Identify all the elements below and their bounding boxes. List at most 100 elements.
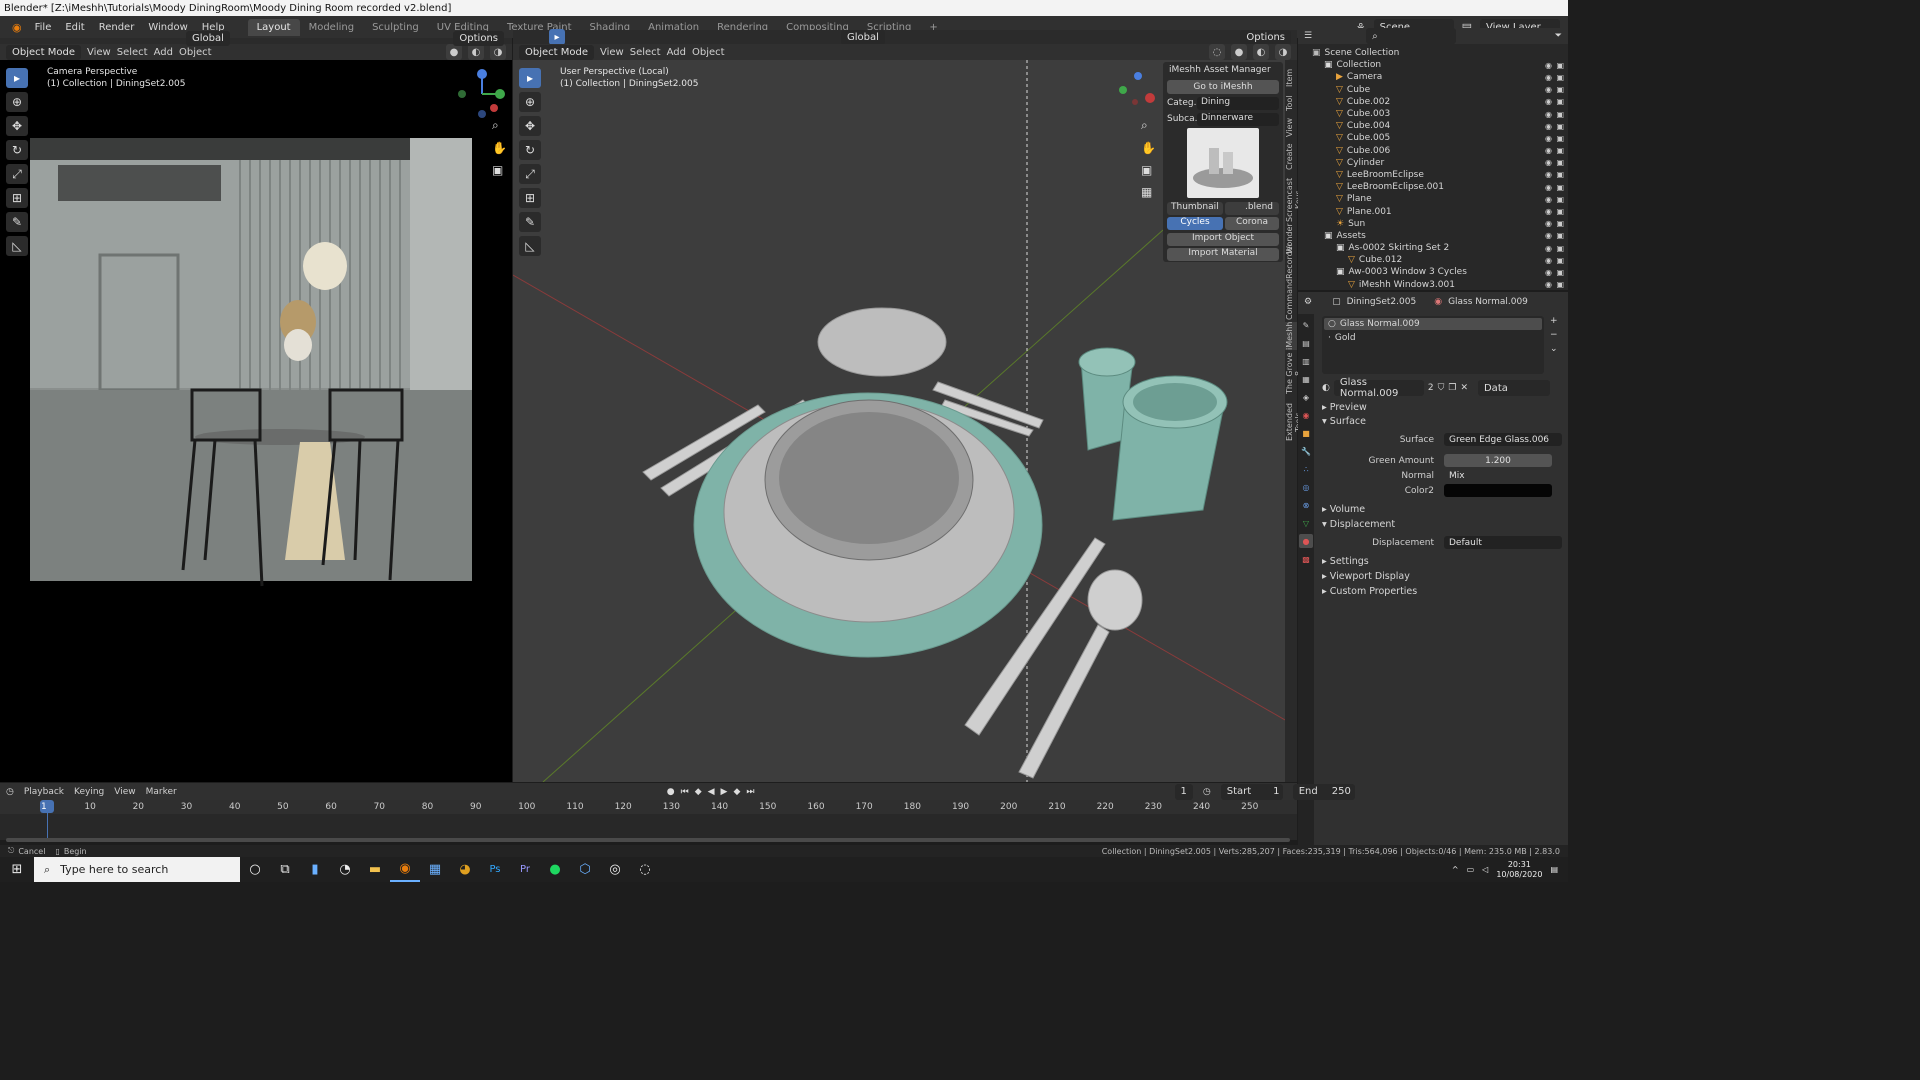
timeline-scrollbar[interactable] xyxy=(6,838,1290,842)
displacement-field[interactable]: Default xyxy=(1444,536,1562,549)
right-measure-tool-icon[interactable]: ◺ xyxy=(519,236,541,256)
color2-swatch[interactable] xyxy=(1444,484,1552,497)
sidebar-tab-the-grove[interactable]: The Grove 8 xyxy=(1285,352,1303,394)
frame-end-field[interactable]: End 250 xyxy=(1292,783,1355,800)
category-select[interactable]: Dining xyxy=(1197,97,1279,110)
asset-thumbnail[interactable] xyxy=(1187,128,1259,198)
taskbar-search[interactable]: ⌕ Type here to search xyxy=(34,857,240,882)
render-camera-icon[interactable]: ▣ xyxy=(1556,195,1564,204)
render-camera-icon[interactable]: ▣ xyxy=(1556,231,1564,240)
surface-section[interactable]: ▾ Surface xyxy=(1322,416,1366,427)
remove-slot-icon[interactable]: − xyxy=(1550,330,1558,340)
sidebar-tab-view[interactable]: View xyxy=(1285,116,1297,140)
notifications-icon[interactable]: ▤ xyxy=(1550,865,1558,874)
render-camera-icon[interactable]: ▣ xyxy=(1556,158,1564,167)
left-menu-view[interactable]: View xyxy=(87,47,111,58)
right-menu-select[interactable]: Select xyxy=(630,47,661,58)
blender-taskbar-icon[interactable]: ◉ xyxy=(390,857,420,882)
right-navigation-gizmo[interactable] xyxy=(1113,68,1163,118)
constraints-tab-icon[interactable]: ⊗ xyxy=(1299,498,1313,512)
right-scale-tool-icon[interactable]: ⤢ xyxy=(519,164,541,184)
right-select-box-tool-icon[interactable]: ▸ xyxy=(519,68,541,88)
outliner-item[interactable]: ▶ Camera ◉ ▣ xyxy=(1298,71,1568,83)
select-mode-icon[interactable]: ▸ xyxy=(549,29,565,45)
left-shading-solid-icon[interactable]: ● xyxy=(446,44,462,60)
outliner-item[interactable]: ▽ Cylinder ◉ ▣ xyxy=(1298,157,1568,169)
visibility-eye-icon[interactable]: ◉ xyxy=(1545,207,1552,216)
thumbnail-button[interactable]: Thumbnail xyxy=(1167,202,1223,215)
view-layer-tab-icon[interactable]: ▦ xyxy=(1299,372,1313,386)
visibility-eye-icon[interactable]: ◉ xyxy=(1545,170,1552,179)
current-frame-field[interactable]: 1 xyxy=(1174,783,1193,800)
right-cursor-tool-icon[interactable]: ⊕ xyxy=(519,92,541,112)
camera-viewport[interactable]: ▸ ⊕ ✥ ↻ ⤢ ⊞ ✎ ◺ Camera Perspective (1) C… xyxy=(0,60,512,782)
network-icon[interactable]: ▭ xyxy=(1467,865,1475,874)
left-shading-render-icon[interactable]: ◑ xyxy=(490,44,506,60)
right-shading-solid-icon[interactable]: ● xyxy=(1231,44,1247,60)
outliner-item[interactable]: ▽ iMeshh Window3.001 ◉ ▣ xyxy=(1298,279,1568,290)
output-tab-icon[interactable]: ▥ xyxy=(1299,354,1313,368)
menu-edit[interactable]: Edit xyxy=(58,22,91,33)
timeline-menu-marker[interactable]: Marker xyxy=(146,787,177,797)
blender-logo-icon[interactable]: ◉ xyxy=(6,21,28,34)
visibility-eye-icon[interactable]: ◉ xyxy=(1545,256,1552,265)
outliner-item[interactable]: ▽ Cube.012 ◉ ▣ xyxy=(1298,254,1568,266)
left-navigation-gizmo[interactable] xyxy=(452,64,512,124)
scene-tab-icon[interactable]: ◈ xyxy=(1299,390,1313,404)
outliner-item[interactable]: ▽ Plane.001 ◉ ▣ xyxy=(1298,205,1568,217)
visibility-eye-icon[interactable]: ◉ xyxy=(1545,73,1552,82)
outliner-item[interactable]: ▽ Cube.002 ◉ ▣ xyxy=(1298,96,1568,108)
next-key-icon[interactable]: ◆ xyxy=(733,787,740,797)
material-tab-icon[interactable]: ● xyxy=(1299,534,1313,548)
viewport-display-section[interactable]: ▸ Viewport Display xyxy=(1322,571,1410,582)
sidebar-tab-create[interactable]: Create xyxy=(1285,142,1297,172)
slot-menu-icon[interactable]: ⌄ xyxy=(1550,344,1558,354)
outliner-item[interactable]: ▽ Cube.004 ◉ ▣ xyxy=(1298,120,1568,132)
world-tab-icon[interactable]: ◉ xyxy=(1299,408,1313,422)
data-tab-icon[interactable]: ▽ xyxy=(1299,516,1313,530)
right-transform-orientation[interactable]: Global xyxy=(841,29,885,45)
outliner-item[interactable]: ▣ Collection ◉ ▣ xyxy=(1298,59,1568,71)
render-tab-icon[interactable]: ▤ xyxy=(1299,336,1313,350)
prev-key-icon[interactable]: ◆ xyxy=(695,787,702,797)
render-camera-icon[interactable]: ▣ xyxy=(1556,97,1564,106)
visibility-eye-icon[interactable]: ◉ xyxy=(1545,97,1552,106)
premiere-icon[interactable]: Pr xyxy=(510,857,540,882)
unlink-icon[interactable]: ✕ xyxy=(1460,383,1468,393)
clock[interactable]: 20:31 10/08/2020 xyxy=(1496,860,1542,880)
slot-gold[interactable]: · Gold xyxy=(1324,332,1542,344)
render-camera-icon[interactable]: ▣ xyxy=(1556,280,1564,289)
timeline-editor-icon[interactable]: ◷ xyxy=(6,787,14,797)
timeline-menu-playback[interactable]: Playback xyxy=(24,787,64,797)
chrome-icon[interactable]: ◕ xyxy=(450,857,480,882)
visibility-eye-icon[interactable]: ◉ xyxy=(1545,134,1552,143)
app-icon-2[interactable]: ◔ xyxy=(330,857,360,882)
add-slot-icon[interactable]: + xyxy=(1550,316,1558,326)
outliner-item[interactable]: ▽ Cube.003 ◉ ▣ xyxy=(1298,108,1568,120)
import-material-button[interactable]: Import Material xyxy=(1167,248,1279,261)
volume-section[interactable]: ▸ Volume xyxy=(1322,504,1365,515)
preview-section[interactable]: ▸ Preview xyxy=(1322,402,1367,413)
left-menu-select[interactable]: Select xyxy=(117,47,148,58)
duplicate-icon[interactable]: ❐ xyxy=(1448,383,1456,393)
surface-shader-field[interactable]: Green Edge Glass.006 xyxy=(1444,433,1562,446)
outliner-item[interactable]: ▽ Plane ◉ ▣ xyxy=(1298,193,1568,205)
play-reverse-icon[interactable]: ◀ xyxy=(708,787,715,797)
zoom-icon[interactable]: ⌕ xyxy=(492,118,507,133)
visibility-eye-icon[interactable]: ◉ xyxy=(1545,244,1552,253)
physics-tab-icon[interactable]: ◎ xyxy=(1299,480,1313,494)
transform-tool-icon[interactable]: ⊞ xyxy=(6,188,28,208)
outliner-item[interactable]: ▣ As-0002 Skirting Set 2 ◉ ▣ xyxy=(1298,242,1568,254)
visibility-eye-icon[interactable]: ◉ xyxy=(1545,183,1552,192)
menu-render[interactable]: Render xyxy=(92,22,142,33)
spotify-icon[interactable]: ● xyxy=(540,857,570,882)
right-menu-add[interactable]: Add xyxy=(667,47,686,58)
select-box-tool-icon[interactable]: ▸ xyxy=(6,68,28,88)
green-amount-slider[interactable]: 1.200 xyxy=(1444,454,1552,467)
visibility-eye-icon[interactable]: ◉ xyxy=(1545,268,1552,277)
render-camera-icon[interactable]: ▣ xyxy=(1556,73,1564,82)
right-shading-wire-icon[interactable]: ◌ xyxy=(1209,44,1225,60)
move-tool-icon[interactable]: ✥ xyxy=(6,116,28,136)
goto-imeshh-button[interactable]: Go to iMeshh xyxy=(1167,80,1279,94)
render-camera-icon[interactable]: ▣ xyxy=(1556,146,1564,155)
